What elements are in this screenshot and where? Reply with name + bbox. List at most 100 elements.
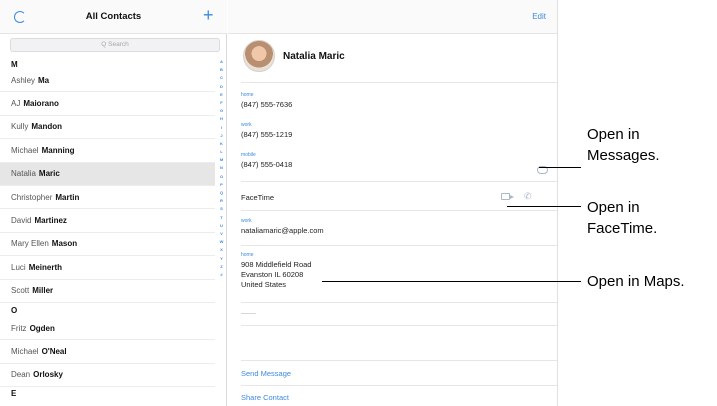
section-header: M xyxy=(11,59,18,69)
field-value: (847) 555-1219 xyxy=(241,130,293,139)
last-name: Meinerth xyxy=(28,262,63,272)
contact-row[interactable]: David Martinez xyxy=(0,209,215,233)
search-input[interactable]: Q Search xyxy=(10,38,220,52)
divider xyxy=(241,181,557,182)
index-letter[interactable]: U xyxy=(220,222,223,230)
contact-row[interactable]: Dean Orlosky xyxy=(0,364,215,388)
list-title: All Contacts xyxy=(85,11,142,22)
contacts-app: All Contacts + Q Search M Ashley Ma AJ Maior… xyxy=(0,0,558,406)
index-letter[interactable]: D xyxy=(220,83,223,91)
messages-callout: Open in Messages. xyxy=(587,124,660,166)
contact-row[interactable]: Fritz Ogden xyxy=(0,317,215,341)
index-letter[interactable]: I xyxy=(221,124,222,132)
index-letter[interactable]: A xyxy=(220,58,223,66)
index-letter[interactable]: T xyxy=(220,214,222,222)
email-field[interactable]: work nataliamaric@apple.com xyxy=(241,218,546,236)
index-letter[interactable]: X xyxy=(220,246,223,254)
index-letter[interactable]: V xyxy=(220,230,223,238)
first-name: AJ xyxy=(11,99,21,109)
index-letter[interactable]: # xyxy=(220,271,222,279)
facetime-audio-icon[interactable]: ✆ xyxy=(524,191,532,202)
first-name: Kully xyxy=(11,122,29,132)
index-letter[interactable]: E xyxy=(220,91,223,99)
callout-line: Open in xyxy=(587,126,640,143)
contact-name: Natalia Maric xyxy=(283,51,345,62)
notes-placeholder[interactable] xyxy=(241,313,256,314)
add-contact-button[interactable]: + xyxy=(203,6,214,24)
field-label: mobile xyxy=(241,152,256,158)
last-name: Mandon xyxy=(31,122,63,132)
contact-detail-pane: Edit Natalia Maric home (847) 555-7636 w… xyxy=(228,0,557,406)
first-name: Luci xyxy=(11,262,26,272)
facetime-callout: Open in FaceTime. xyxy=(587,197,657,239)
contact-row[interactable]: Ashley Ma xyxy=(0,69,215,93)
share-contact-button[interactable]: Share Contact xyxy=(241,393,289,402)
index-letter[interactable]: W xyxy=(220,238,224,246)
facetime-video-icon[interactable] xyxy=(501,193,514,200)
divider xyxy=(241,245,557,246)
index-letter[interactable]: M xyxy=(220,156,223,164)
contact-row[interactable]: Natalia Maric xyxy=(0,162,215,186)
first-name: Scott xyxy=(11,286,30,296)
section-header: O xyxy=(11,305,18,315)
phone-work-field[interactable]: work (847) 555-1219 xyxy=(241,122,546,140)
index-letter[interactable]: O xyxy=(220,173,223,181)
phone-mobile-field[interactable]: mobile (847) 555-0418 xyxy=(241,152,546,170)
index-letter[interactable]: G xyxy=(220,107,223,115)
contact-row[interactable]: Christopher Martin xyxy=(0,186,215,210)
address-field[interactable]: home 908 Middlefield Road Evanston IL 60… xyxy=(241,252,546,290)
phone-home-field[interactable]: home (847) 555-7636 xyxy=(241,92,546,110)
index-letter[interactable]: K xyxy=(220,140,223,148)
last-name: Ma xyxy=(38,75,50,85)
contact-row[interactable]: AJ Maiorano xyxy=(0,92,215,116)
address-line: Evanston IL 60208 xyxy=(241,270,304,279)
facetime-label: FaceTime xyxy=(241,193,275,202)
callout-line: FaceTime. xyxy=(587,220,658,237)
divider xyxy=(241,302,557,303)
field-label: home xyxy=(241,252,254,258)
section-header: E xyxy=(11,388,17,398)
index-letter[interactable]: J xyxy=(220,132,222,140)
index-letter[interactable]: F xyxy=(220,99,222,107)
index-letter[interactable]: B xyxy=(220,66,223,74)
contact-row[interactable]: Michael Manning xyxy=(0,139,215,163)
callout-line: Open in Maps. xyxy=(587,273,685,290)
index-letter[interactable]: S xyxy=(220,205,223,213)
divider xyxy=(241,385,557,386)
index-letter[interactable]: R xyxy=(220,197,223,205)
edit-button[interactable]: Edit xyxy=(532,12,546,21)
field-value: (847) 555-0418 xyxy=(241,160,293,169)
contact-row[interactable]: Scott Miller xyxy=(0,280,215,303)
facetime-leader-line xyxy=(507,206,581,207)
field-value: nataliamaric@apple.com xyxy=(241,226,324,235)
maps-callout: Open in Maps. xyxy=(587,271,685,292)
section-index[interactable]: A B C D E F G H I J K L M N O P Q R S T U V W X Y Z # xyxy=(216,58,227,406)
first-name: Fritz xyxy=(11,323,27,333)
index-letter[interactable]: P xyxy=(220,181,223,189)
detail-header: Edit xyxy=(228,0,557,34)
index-letter[interactable]: Z xyxy=(220,263,222,271)
index-letter[interactable]: H xyxy=(220,115,223,123)
last-name: Mason xyxy=(51,239,78,249)
index-letter[interactable]: C xyxy=(220,74,223,82)
avatar xyxy=(243,40,275,72)
callout-line: Messages. xyxy=(587,147,660,164)
field-value: (847) 555-7636 xyxy=(241,100,293,109)
index-letter[interactable]: N xyxy=(220,164,223,172)
send-message-button[interactable]: Send Message xyxy=(241,369,291,378)
index-letter[interactable]: Q xyxy=(220,189,223,197)
contact-row[interactable]: Mary Ellen Mason xyxy=(0,233,215,257)
contact-row[interactable]: Michael O'Neal xyxy=(0,340,215,364)
callout-line: Open in xyxy=(587,199,640,216)
last-name: Ogden xyxy=(29,323,55,333)
first-name: Natalia xyxy=(11,169,36,179)
maps-leader-line xyxy=(322,281,581,282)
index-letter[interactable]: L xyxy=(220,148,222,156)
last-name: O'Neal xyxy=(41,346,67,356)
contact-row[interactable]: Luci Meinerth xyxy=(0,256,215,280)
address-line: 908 Middlefield Road xyxy=(241,260,312,269)
index-letter[interactable]: Y xyxy=(220,255,223,263)
contact-row[interactable]: Kully Mandon xyxy=(0,116,215,140)
last-name: Maric xyxy=(38,169,60,179)
field-label: work xyxy=(241,218,252,224)
